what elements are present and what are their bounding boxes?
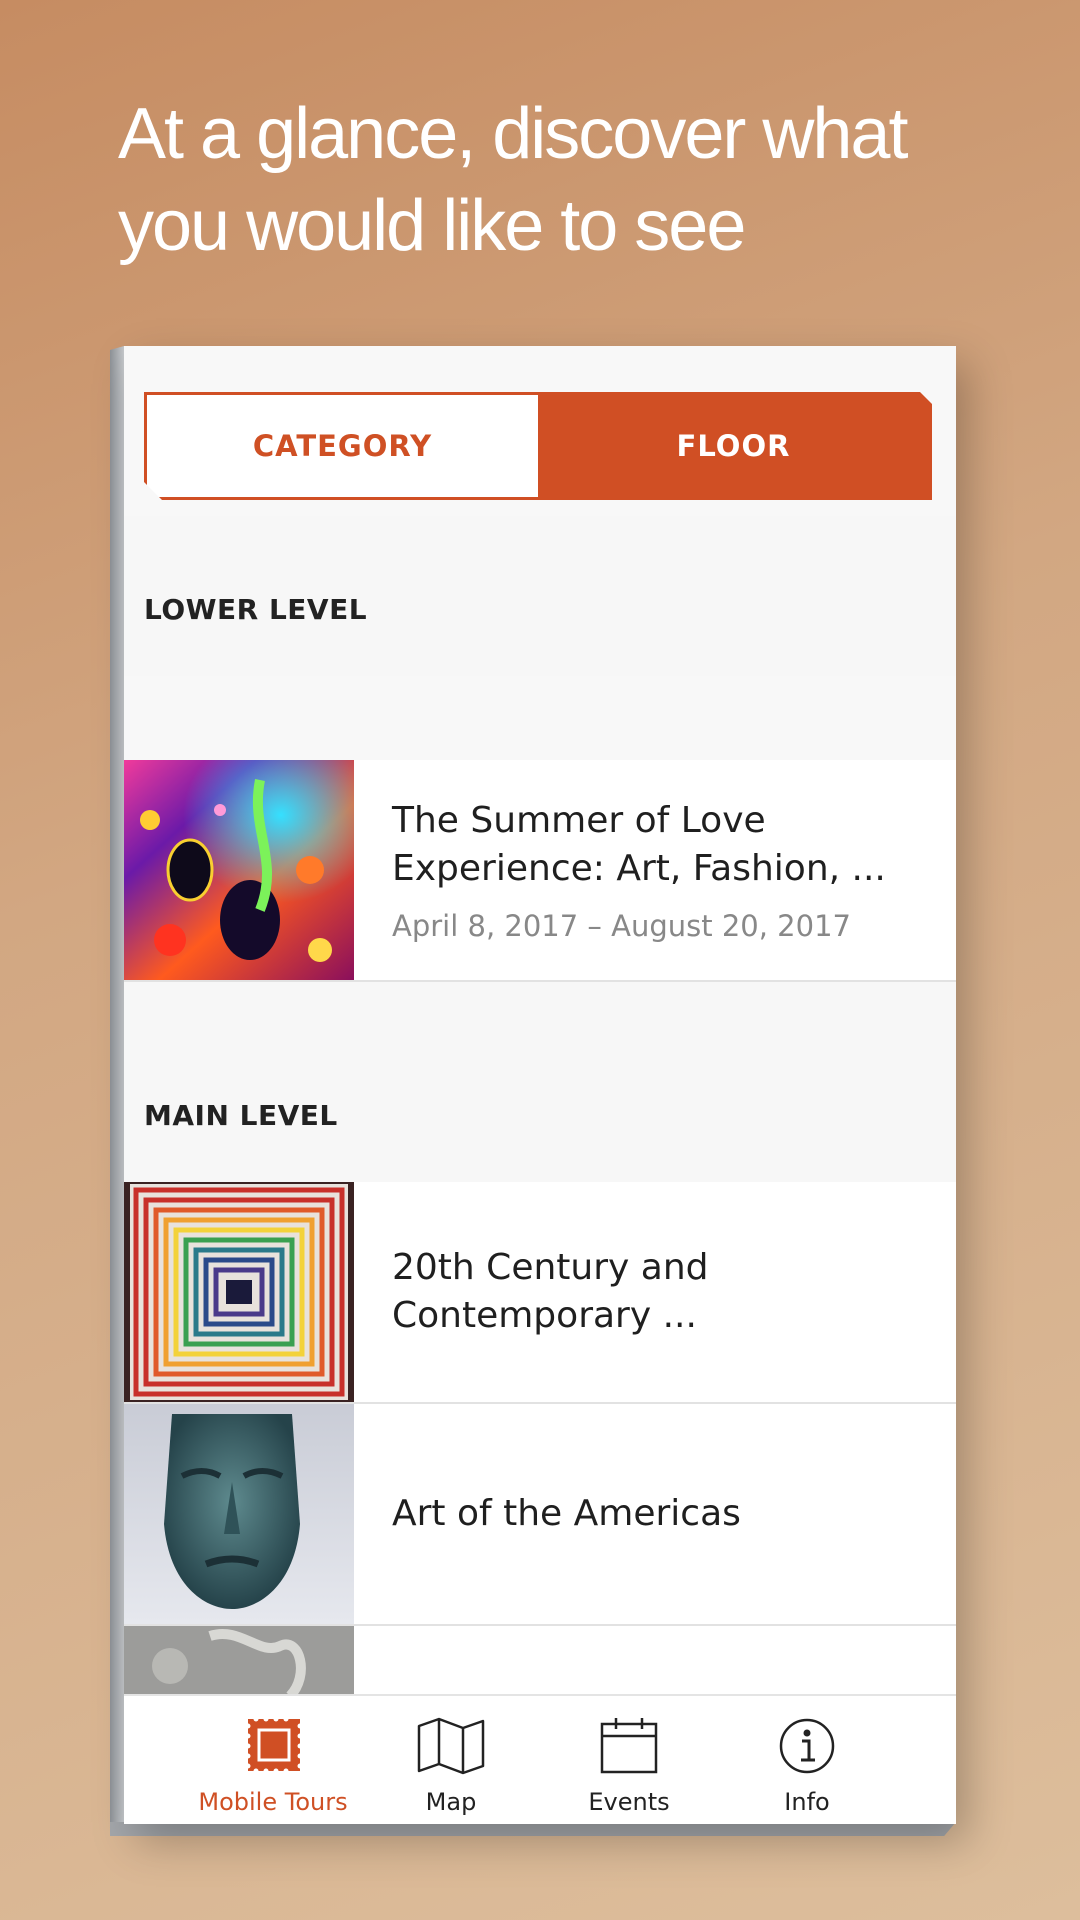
device-edge xyxy=(110,346,124,1836)
exhibit-title: Art of the Americas xyxy=(392,1493,741,1534)
device-mockup: CATEGORY FLOOR LOWER LEVEL The Summer of… xyxy=(110,346,956,1836)
marketing-headline: At a glance, discover what you would lik… xyxy=(118,88,1018,272)
exhibit-title-line-1: 20th Century and xyxy=(392,1247,709,1288)
tab-label: Map xyxy=(425,1788,477,1816)
stamp-icon xyxy=(245,1716,303,1774)
exhibit-title-line-2: Experience: Art, Fashion, ... xyxy=(392,848,886,889)
exhibit-title: 20th Century and Contemporary ... xyxy=(392,1244,916,1340)
device-edge-bottom xyxy=(110,1822,956,1836)
section-header-main-level: MAIN LEVEL xyxy=(124,982,956,1182)
info-icon xyxy=(779,1718,835,1774)
section-title: LOWER LEVEL xyxy=(144,593,368,626)
tab-label: Info xyxy=(784,1788,830,1816)
map-icon xyxy=(417,1717,485,1775)
app-screen: CATEGORY FLOOR LOWER LEVEL The Summer of… xyxy=(124,346,956,1824)
exhibit-text: The Summer of Love Experience: Art, Fash… xyxy=(392,760,916,980)
list-item-summer-of-love[interactable]: The Summer of Love Experience: Art, Fash… xyxy=(124,760,956,982)
list-item-art-of-the-americas[interactable]: Art of the Americas xyxy=(124,1404,956,1626)
headline-line-1: At a glance, discover what xyxy=(118,94,908,174)
exhibit-thumbnail xyxy=(124,760,354,980)
segmented-control: CATEGORY FLOOR xyxy=(144,392,932,500)
bottom-tab-bar: Mobile Tours Map Events Info xyxy=(124,1694,956,1824)
section-title: MAIN LEVEL xyxy=(144,1099,338,1132)
tab-events[interactable]: Events xyxy=(549,1696,709,1824)
exhibit-thumbnail xyxy=(124,1404,354,1624)
tab-info[interactable]: Info xyxy=(727,1696,887,1824)
exhibit-text: Art of the Americas xyxy=(392,1404,916,1624)
exhibit-title-line-1: The Summer of Love xyxy=(392,800,766,841)
segment-category[interactable]: CATEGORY xyxy=(147,395,538,497)
tab-mobile-tours[interactable]: Mobile Tours xyxy=(193,1696,353,1824)
exhibit-thumbnail xyxy=(124,1182,354,1402)
exhibit-title: The Summer of Love Experience: Art, Fash… xyxy=(392,797,916,893)
exhibit-title-line-2: Contemporary ... xyxy=(392,1295,697,1336)
headline-line-2: you would like to see xyxy=(118,186,746,266)
exhibit-text: 20th Century and Contemporary ... xyxy=(392,1182,916,1402)
exhibit-date: April 8, 2017 – August 20, 2017 xyxy=(392,909,851,943)
calendar-icon xyxy=(600,1718,658,1774)
list-item-20th-century[interactable]: 20th Century and Contemporary ... xyxy=(124,1182,956,1404)
section-header-lower-level: LOWER LEVEL xyxy=(124,516,956,676)
segmented-control-bar: CATEGORY FLOOR xyxy=(124,346,956,516)
tab-label: Events xyxy=(588,1788,670,1816)
segment-floor[interactable]: FLOOR xyxy=(538,395,929,497)
tab-label: Mobile Tours xyxy=(198,1788,348,1816)
tab-map[interactable]: Map xyxy=(371,1696,531,1824)
